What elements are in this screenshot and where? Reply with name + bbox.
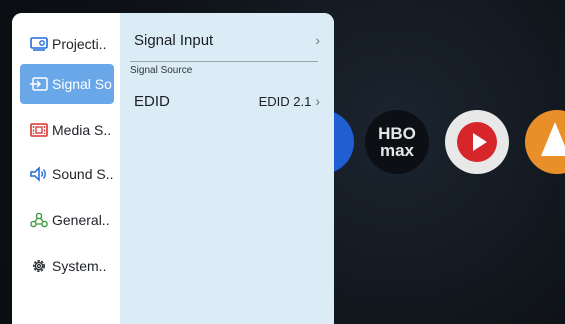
- speaker-icon: [30, 166, 46, 182]
- settings-content: Signal Input › Signal Source EDID EDID 2…: [120, 13, 334, 324]
- sidebar-item-sound-settings[interactable]: Sound S..: [20, 156, 114, 192]
- sidebar-item-label: Media S..: [52, 122, 112, 138]
- sidebar-item-projection[interactable]: Projecti..: [20, 26, 114, 62]
- chevron-right-icon: ›: [315, 93, 320, 109]
- divider: [130, 61, 318, 62]
- signal-input-icon: [30, 77, 48, 91]
- edid-value: EDID 2.1: [258, 93, 312, 109]
- hbo-logo-line1: HBO: [378, 124, 416, 143]
- settings-panel: Projecti.. Signal So Media S.. Sound S..…: [12, 13, 334, 324]
- sidebar-item-media-settings[interactable]: Media S..: [20, 112, 114, 148]
- edid-value-group: EDID 2.1 ›: [259, 93, 320, 109]
- film-strip-icon: [30, 123, 48, 137]
- app-tile-hbo-max[interactable]: HBO max: [365, 110, 429, 174]
- edid-row[interactable]: EDID EDID 2.1 ›: [134, 90, 320, 112]
- gear-icon: [33, 260, 45, 272]
- general-settings-icon: [30, 212, 48, 228]
- vlc-cone-icon: [541, 122, 565, 156]
- sidebar-item-general-settings[interactable]: General..: [20, 202, 114, 238]
- edid-label: EDID: [134, 92, 170, 110]
- app-tile-vlc[interactable]: [525, 110, 565, 174]
- chevron-right-icon: ›: [315, 32, 320, 48]
- settings-sidebar: Projecti.. Signal So Media S.. Sound S..…: [12, 13, 120, 324]
- sidebar-item-label: General..: [52, 212, 110, 228]
- sidebar-item-label: Signal So: [52, 76, 112, 92]
- hbo-logo-line2: max: [379, 141, 415, 160]
- signal-input-label: Signal Input: [134, 31, 214, 49]
- sidebar-item-signal-source[interactable]: Signal So: [20, 64, 114, 104]
- signal-input-row[interactable]: Signal Input ›: [134, 29, 320, 51]
- app-tile-youtube[interactable]: [445, 110, 509, 174]
- sidebar-item-system[interactable]: System..: [20, 248, 114, 284]
- section-title: Signal Source: [130, 65, 193, 76]
- sidebar-item-label: Projecti..: [52, 36, 107, 52]
- sidebar-item-label: Sound S..: [52, 166, 114, 182]
- projector-icon: [30, 37, 48, 51]
- sidebar-item-label: System..: [52, 258, 107, 274]
